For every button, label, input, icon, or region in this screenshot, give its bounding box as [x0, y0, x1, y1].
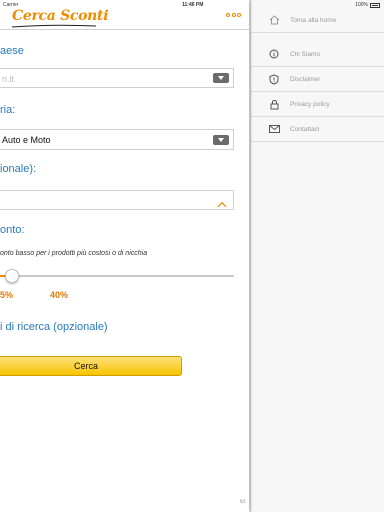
keywords-label: i di ricerca (opzionale) [0, 321, 108, 333]
dot-icon [231, 13, 236, 17]
menu-item-about[interactable]: Chi Siamo [251, 42, 384, 67]
slider-max-label: 40% [50, 290, 69, 300]
category-select[interactable]: Auto e Moto [0, 129, 234, 150]
battery-percent: 100% [355, 2, 368, 8]
category-label: ria: [0, 104, 16, 116]
carrier-label: Carrier [3, 2, 19, 8]
chevron-down-icon[interactable] [213, 135, 229, 145]
nav-bar: Cerca Sconti [0, 8, 249, 30]
menu-item-privacy-label: Privacy policy [290, 100, 330, 108]
status-bar: Carrier 11:46 PM 100% [0, 0, 384, 10]
discount-slider[interactable] [0, 269, 234, 283]
search-button-label: Cerca [73, 361, 98, 371]
menu-item-contact[interactable]: Contattaci [251, 117, 384, 142]
menu-item-privacy[interactable]: Privacy policy [251, 92, 384, 117]
chevron-up-icon[interactable] [217, 195, 227, 213]
country-value: n.it [2, 74, 15, 84]
country-label: aese [0, 45, 24, 57]
dot-icon [237, 13, 241, 17]
search-button[interactable]: Cerca [0, 356, 182, 376]
more-menu-button[interactable] [226, 13, 241, 17]
slider-min-label: 5% [0, 290, 14, 300]
menu-item-home[interactable]: Torna alla home [251, 8, 384, 33]
battery-icon [370, 2, 380, 8]
menu-item-disclaimer-label: Disclaimer [290, 75, 321, 83]
slider-thumb[interactable] [4, 269, 19, 283]
alert-icon [265, 70, 283, 88]
clock: 11:46 PM [182, 2, 204, 8]
app-screen: Torna alla home Chi Siamo Disclaimer Pri… [0, 0, 384, 512]
menu-item-contact-label: Contattaci [290, 125, 320, 133]
category-value: Auto e Moto [2, 135, 51, 145]
dot-icon [226, 13, 230, 17]
menu-item-disclaimer[interactable]: Disclaimer [251, 67, 384, 92]
main-panel: Cerca Sconti aese n.it ria: Auto e Moto … [0, 0, 249, 512]
discount-label: onto: [0, 224, 25, 236]
corner-badge: lid [240, 499, 246, 505]
menu-item-home-label: Torna alla home [290, 16, 337, 24]
lock-icon [265, 95, 283, 113]
optional-label: ionale): [0, 163, 37, 175]
app-logo: Cerca Sconti [12, 8, 109, 24]
battery-status: 100% [355, 2, 380, 8]
optional-select[interactable] [0, 190, 234, 210]
menu-item-about-label: Chi Siamo [290, 50, 320, 58]
side-menu: Torna alla home Chi Siamo Disclaimer Pri… [250, 0, 384, 512]
chevron-down-icon[interactable] [213, 73, 229, 83]
mail-icon [265, 120, 283, 138]
country-select[interactable]: n.it [0, 68, 234, 88]
info-icon [265, 45, 283, 63]
home-icon [265, 11, 283, 29]
discount-hint: onto basso per i prodotti più costosi o … [0, 250, 148, 257]
logo-swoosh [12, 24, 96, 28]
